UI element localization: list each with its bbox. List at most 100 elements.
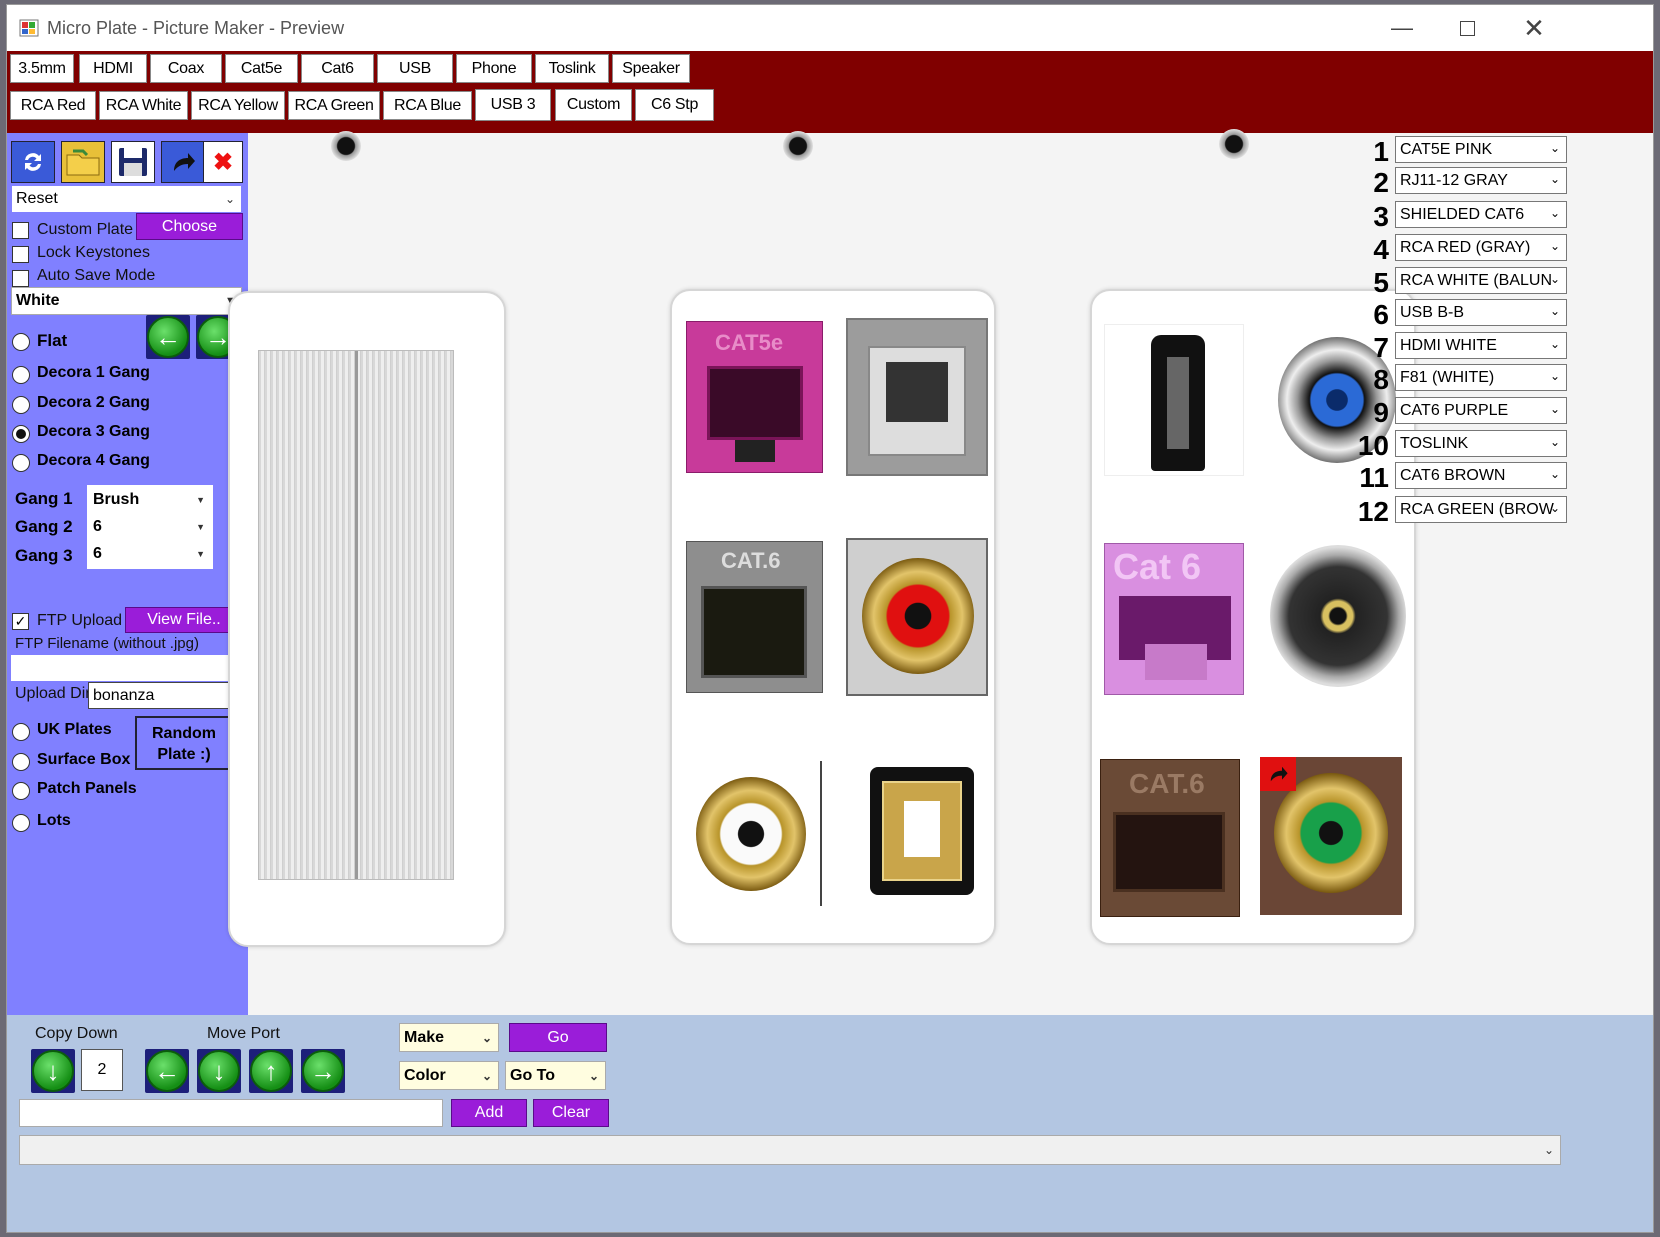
toolbar-btn-rca-yellow[interactable]: RCA Yellow (191, 91, 285, 120)
usb-shell (882, 781, 962, 881)
color-select[interactable]: Color ⌄ (399, 1061, 499, 1090)
port-9-select[interactable]: CAT6 PURPLE ⌄ (1395, 397, 1567, 424)
toolbar-btn-cat6[interactable]: Cat6 (301, 54, 374, 83)
copy-down-button[interactable]: ↓ (31, 1049, 75, 1093)
surface-box-radio[interactable] (12, 753, 30, 771)
text-entry-input[interactable] (19, 1099, 443, 1127)
decora-1-gang-radio[interactable] (12, 366, 30, 384)
title-bar: Micro Plate - Picture Maker - Preview — … (7, 5, 1653, 51)
port-3-shielded-cat6[interactable]: CAT.6 (686, 541, 823, 693)
port-1-select[interactable]: CAT5E PINK ⌄ (1395, 136, 1567, 163)
auto-save-checkbox[interactable] (12, 270, 29, 287)
port-8-f81-coax[interactable] (1270, 331, 1410, 471)
gang-1-brush-plate[interactable] (228, 291, 506, 947)
rca-green-jack (1274, 773, 1388, 893)
preset-select[interactable]: Reset ⌄ (11, 185, 242, 213)
toolbar-btn-speaker[interactable]: Speaker (612, 54, 690, 83)
prev-style-button[interactable]: ← (146, 315, 190, 359)
port-12-rca-green[interactable] (1260, 757, 1402, 915)
toolbar-btn-3-5mm[interactable]: 3.5mm (10, 54, 74, 83)
port-2-select[interactable]: RJ11-12 GRAY ⌄ (1395, 167, 1567, 194)
toolbar-btn-cat5e[interactable]: Cat5e (225, 54, 298, 83)
redo-button[interactable] (161, 141, 205, 183)
port-9-cat6-purple[interactable]: Cat 6 (1104, 543, 1244, 695)
go-button[interactable]: Go (509, 1023, 607, 1052)
chevron-down-icon: ⌄ (481, 1068, 492, 1083)
selected-port-marker[interactable] (1260, 757, 1296, 791)
port-7-select[interactable]: HDMI WHITE ⌄ (1395, 332, 1567, 359)
toolbar-btn-phone[interactable]: Phone (456, 54, 532, 83)
uk-plates-radio[interactable] (12, 723, 30, 741)
port-1-cat5e-pink[interactable]: CAT5e (686, 321, 823, 473)
port-10-select[interactable]: TOSLINK ⌄ (1395, 430, 1567, 457)
flat-radio[interactable] (12, 333, 30, 351)
maximize-button[interactable] (1432, 5, 1502, 51)
refresh-button[interactable] (11, 141, 55, 183)
plate-color-select[interactable]: White ▼ (11, 287, 242, 315)
go-to-select[interactable]: Go To ⌄ (505, 1061, 606, 1090)
port-6-usb-b[interactable] (850, 761, 990, 906)
toolbar-btn-usb3[interactable]: USB 3 (475, 89, 551, 121)
move-port-right-button[interactable]: → (301, 1049, 345, 1093)
ftp-upload-checkbox[interactable]: ✓ (12, 613, 29, 630)
decora-3-gang-radio[interactable] (12, 425, 30, 443)
gang-3-select[interactable]: 6 ▼ (89, 541, 211, 567)
port-5-rca-white[interactable] (690, 771, 810, 901)
move-port-down-button[interactable]: ↓ (197, 1049, 241, 1093)
choose-button[interactable]: Choose (136, 213, 243, 240)
port-3-select[interactable]: SHIELDED CAT6 ⌄ (1395, 201, 1567, 228)
port-10-toslink[interactable] (1268, 541, 1408, 691)
toolbar-btn-rca-blue[interactable]: RCA Blue (383, 91, 472, 120)
port-7-hdmi-white[interactable] (1104, 324, 1244, 476)
refresh-icon (25, 153, 41, 171)
lock-keystones-checkbox[interactable] (12, 246, 29, 263)
custom-plate-checkbox[interactable] (12, 222, 29, 239)
toolbar-btn-rca-red[interactable]: RCA Red (10, 91, 96, 120)
plate-color-value: White (16, 292, 60, 309)
ftp-filename-input[interactable] (11, 655, 243, 681)
delete-button[interactable]: ✖ (203, 141, 243, 183)
toolbar-btn-hdmi[interactable]: HDMI (79, 54, 147, 83)
upload-dir-input[interactable]: bonanza (88, 682, 238, 709)
open-folder-button[interactable] (61, 141, 105, 183)
port-12-select[interactable]: RCA GREEN (BROW ⌄ (1395, 496, 1567, 523)
move-port-up-button[interactable]: ↑ (249, 1049, 293, 1093)
status-select[interactable]: ⌄ (19, 1135, 1561, 1165)
lots-radio[interactable] (12, 814, 30, 832)
decora-4-gang-radio[interactable] (12, 454, 30, 472)
clear-button[interactable]: Clear (533, 1099, 609, 1127)
minimize-button[interactable]: — (1367, 5, 1437, 51)
view-file-button[interactable]: View File.. (125, 607, 243, 633)
port-2-rj11-gray[interactable] (846, 318, 988, 476)
move-port-left-button[interactable]: ← (145, 1049, 189, 1093)
up-arrow-icon: ↑ (250, 1050, 292, 1092)
port-8-select[interactable]: F81 (WHITE) ⌄ (1395, 364, 1567, 391)
port-7-select-value: HDMI WHITE (1400, 336, 1497, 354)
toolbar-btn-coax[interactable]: Coax (150, 54, 222, 83)
decora-2-gang-radio[interactable] (12, 396, 30, 414)
port-4-select[interactable]: RCA RED (GRAY) ⌄ (1395, 234, 1567, 261)
decora-1-gang-label: Decora 1 Gang (37, 364, 150, 381)
port-11-select[interactable]: CAT6 BROWN ⌄ (1395, 462, 1567, 489)
port-11-cat6-brown[interactable]: CAT.6 (1100, 759, 1240, 917)
preset-select-value: Reset (16, 190, 58, 207)
toolbar-btn-usb[interactable]: USB (377, 54, 453, 83)
toolbar-btn-rca-white[interactable]: RCA White (99, 91, 188, 120)
port-5-select[interactable]: RCA WHITE (BALUN ⌄ (1395, 267, 1567, 294)
make-select[interactable]: Make ⌄ (399, 1023, 499, 1052)
toolbar-btn-rca-green[interactable]: RCA Green (288, 91, 380, 120)
gang-1-select[interactable]: Brush ▼ (89, 487, 211, 513)
port-6-select[interactable]: USB B-B ⌄ (1395, 299, 1567, 326)
patch-panels-radio[interactable] (12, 782, 30, 800)
add-button[interactable]: Add (451, 1099, 527, 1127)
copy-down-count[interactable]: 2 (81, 1049, 123, 1091)
gang-2-select[interactable]: 6 ▼ (89, 514, 211, 540)
port-4-rca-red[interactable] (846, 538, 988, 696)
close-icon: ✕ (1523, 12, 1545, 43)
toolbar-btn-custom[interactable]: Custom (555, 89, 632, 121)
random-plate-button[interactable]: Random Plate :) (135, 716, 233, 770)
save-button[interactable] (111, 141, 155, 183)
toolbar-btn-toslink[interactable]: Toslink (535, 54, 609, 83)
close-button[interactable]: ✕ (1499, 5, 1569, 51)
toolbar-btn-c6-stp[interactable]: C6 Stp (635, 89, 714, 121)
